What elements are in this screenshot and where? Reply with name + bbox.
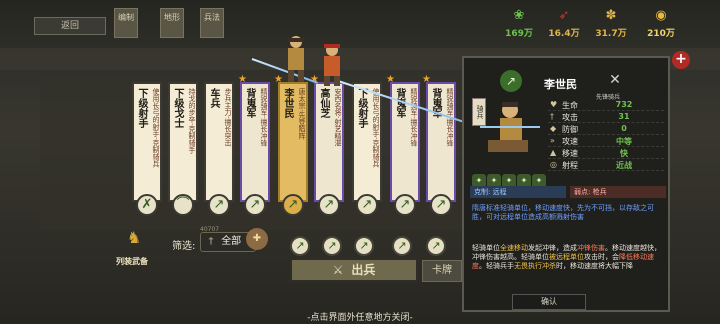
book-icon[interactable]: 兵法 xyxy=(200,8,224,38)
stat-row: » 攻速 中等 xyxy=(548,136,664,147)
bow-select-icon[interactable]: ↗ xyxy=(356,194,378,216)
cavalry-select-icon[interactable]: ↗ xyxy=(244,194,266,216)
resource-wheat: ✽ 31.7万 xyxy=(595,8,627,39)
speed-icon: » xyxy=(550,136,555,145)
formation-slot[interactable]: ↗ xyxy=(290,236,310,256)
commander-label: 列装武备 xyxy=(116,257,148,266)
armor-icon[interactable]: 编制 xyxy=(114,8,138,38)
cavalry-select-icon[interactable]: ↗ xyxy=(430,194,452,216)
formation-slot[interactable]: ↗ xyxy=(354,236,374,256)
troop-card[interactable]: 下级戈士 持戈的步卒·克制骑手 xyxy=(168,82,198,202)
troop-card[interactable]: 车兵 步兵主力·擅长突击 xyxy=(204,82,234,202)
troop-card[interactable]: 背嵬军 精锐骑军·擅长冲锋 xyxy=(426,82,456,202)
resource-bow: ➶ 16.4万 xyxy=(548,8,580,39)
terrain-icon[interactable]: 地形 xyxy=(160,8,184,38)
sword-icon: † xyxy=(208,236,214,247)
troop-card[interactable]: 背嵬军 精锐骑军·擅长冲锋 xyxy=(240,82,270,202)
hero-select-icon[interactable]: ↗ xyxy=(282,194,304,216)
hero-name: 李世民 xyxy=(544,78,577,91)
stats-list: ♥ 生命 732 † 攻击 31 ◆ 防御 0 » 攻速 中等 ▲ 移速 快 ◎… xyxy=(548,100,664,172)
crossed-swords-icon: ⚔ xyxy=(332,263,344,277)
stat-row: ♥ 生命 732 xyxy=(548,100,664,111)
bow-select-icon[interactable]: ✗ xyxy=(136,194,158,216)
heart-icon: ♥ xyxy=(550,100,558,109)
confirm-button[interactable]: 确认 xyxy=(512,294,586,310)
counter-weakness: 弱点: 枪兵 xyxy=(570,186,666,198)
cavalry-rank-icon: ↗ xyxy=(500,70,522,92)
card-tab[interactable]: 卡牌 xyxy=(422,260,462,282)
spear-select-icon[interactable]: ⌒ xyxy=(172,194,194,216)
back-button[interactable]: 返回 xyxy=(34,17,106,35)
troop-card-selected[interactable]: 李世民 唐太宗·先登陷阵 xyxy=(278,82,308,202)
deploy-button[interactable]: ⚔ 出兵 xyxy=(290,258,418,282)
add-resource-button[interactable]: + xyxy=(672,51,690,69)
filter-label: 筛选: xyxy=(172,241,196,252)
boot-icon: ▲ xyxy=(550,148,557,157)
grain-icon: ❀ xyxy=(513,8,525,23)
hero-figure xyxy=(282,34,310,87)
charge-description: 轻骑单位全速移动发起冲锋，造成冲锋伤害。移动速度越快，冲锋伤害越高。轻骑单位被远… xyxy=(472,244,661,270)
stat-row: ◆ 防御 0 xyxy=(548,124,664,135)
resource-grain: ❀ 169万 xyxy=(505,8,533,39)
unit-description: 隋唐标准轻骑单位，移动速度快，先为不可挡，以存敌之可胜，可对远程单位造成高额溅射… xyxy=(472,204,654,221)
chariot-select-icon[interactable]: ↗ xyxy=(208,194,230,216)
archer-select-icon[interactable]: ↗ xyxy=(318,194,340,216)
troop-card[interactable]: 下级射手 使用长弓的射手·克制骑兵 xyxy=(132,82,162,202)
troop-card[interactable]: 高仙芝 安西名将·射艺精湛 xyxy=(314,82,344,202)
stat-row: ◎ 射程 近战 xyxy=(548,160,664,171)
cavalry-select-icon[interactable]: ↗ xyxy=(394,194,416,216)
side-tag: 骑兵 xyxy=(472,98,486,126)
panel-header: ↗ 李世民 ✕ 先锋骑兵 xyxy=(466,60,666,101)
top-bar: 返回 编制 地形 兵法 ❀ 169万 ➶ 16.4万 ✽ 31.7万 ◉ 210… xyxy=(0,0,720,48)
reinforce-icon[interactable]: ✚ xyxy=(246,228,268,250)
hero-figure xyxy=(318,42,346,89)
formation-slot[interactable]: ↗ xyxy=(426,236,446,256)
counter-strength: 克制: 远程 xyxy=(470,186,566,198)
sword-icon: † xyxy=(550,112,554,121)
stat-row: ▲ 移速 快 xyxy=(548,148,664,159)
shield-icon: ◆ xyxy=(550,124,557,133)
formation-slot[interactable]: ↗ xyxy=(392,236,412,256)
troop-card[interactable]: 下级射手 使用长弓的射手·克制骑兵 xyxy=(352,82,382,202)
skill-icons: ✦ ✦ ✦ ✦ ✦ xyxy=(472,168,552,188)
crossed-swords-icon: ✕ xyxy=(609,72,621,88)
coin-icon: ◉ xyxy=(655,8,667,23)
bow-icon: ➶ xyxy=(558,8,570,23)
counter-info: 克制: 远程 弱点: 枪兵 xyxy=(470,186,666,198)
wheat-icon: ✽ xyxy=(605,8,617,23)
hero-detail-panel: ↗ 李世民 ✕ 先锋骑兵 骑兵 ♥ 生命 732 † 攻击 31 ◆ 防御 0 xyxy=(462,56,670,312)
stat-row: † 攻击 31 xyxy=(548,112,664,123)
resource-coin: ◉ 210万 xyxy=(647,8,675,39)
formation-slot[interactable]: ↗ xyxy=(322,236,342,256)
